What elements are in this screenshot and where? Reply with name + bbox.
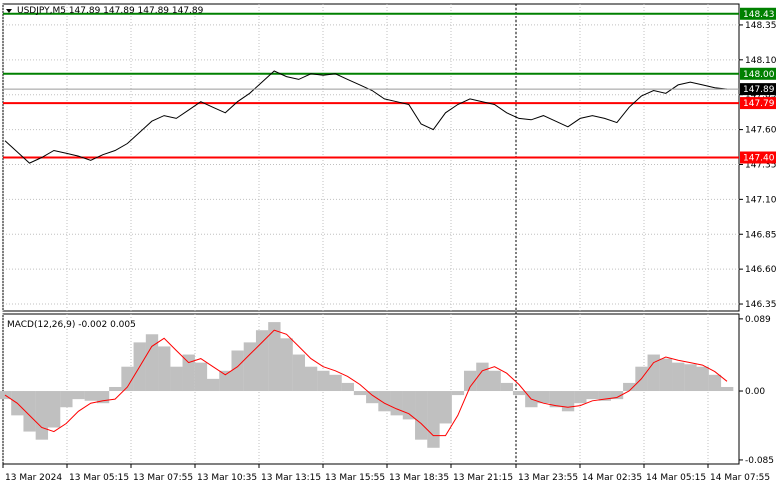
- time-tick-label: 14 Mar 02:35: [582, 473, 642, 483]
- macd-bar: [182, 354, 195, 392]
- price-axis: 148.35148.10147.85147.60147.35147.10146.…: [739, 21, 777, 310]
- macd-bar: [170, 366, 183, 392]
- macd-bar: [708, 374, 722, 392]
- macd-bar: [451, 391, 465, 396]
- time-tick-label: 13 Mar 07:55: [133, 473, 193, 483]
- macd-bar: [561, 391, 575, 412]
- macd-bar: [84, 391, 97, 401]
- macd-bar: [427, 391, 440, 448]
- macd-bar: [194, 362, 208, 392]
- macd-label: MACD(12,26,9) -0.002 0.005: [7, 320, 136, 330]
- macd-bar: [366, 391, 379, 404]
- price-tick-label: 148.10: [745, 56, 777, 66]
- macd-bar: [378, 391, 391, 412]
- time-tick-label: 13 Mar 2024: [5, 473, 62, 483]
- macd-bar: [329, 374, 342, 392]
- macd-bar: [500, 382, 514, 392]
- macd-bar: [696, 366, 709, 392]
- price-tick-label: 146.60: [745, 265, 777, 275]
- time-tick-label: 13 Mar 23:55: [518, 473, 578, 483]
- macd-bar: [720, 386, 734, 392]
- macd-bar: [659, 358, 673, 392]
- macd-bar: [341, 382, 354, 392]
- time-axis: 13 Mar 2024 13 Mar 05:15 13 Mar 07:55 13 Ma…: [2, 464, 770, 483]
- macd-bar: [280, 338, 293, 392]
- macd-tick-label: 0.00: [745, 387, 765, 397]
- macd-bar: [512, 391, 526, 396]
- time-tick-label: 13 Mar 05:15: [69, 473, 129, 483]
- macd-bar: [219, 370, 232, 392]
- macd-bar: [60, 391, 73, 408]
- price-tick-label: 146.85: [745, 230, 777, 240]
- time-tick-label: 13 Mar 10:35: [197, 473, 257, 483]
- time-tick-label: 14 Mar 05:15: [646, 473, 706, 483]
- macd-bar: [390, 391, 403, 416]
- macd-bar: [207, 378, 220, 392]
- macd-bar: [47, 391, 61, 428]
- time-tick-label: 13 Mar 13:15: [261, 473, 321, 483]
- time-tick-label: 13 Mar 18:35: [389, 473, 449, 483]
- symbol-header: USDJPY,M5 147.89 147.89 147.89 147.89: [17, 6, 204, 16]
- macd-bar: [35, 391, 49, 440]
- macd-bar: [574, 391, 587, 404]
- level-label: 148.43: [743, 10, 775, 20]
- macd-bar: [145, 334, 159, 392]
- macd-bar: [415, 391, 428, 440]
- time-tick-label: 14 Mar 07:55: [710, 473, 770, 483]
- chart-canvas: 148.35148.10147.85147.60147.35147.10146.…: [0, 3, 777, 483]
- macd-bar: [292, 354, 306, 392]
- time-tick-label: 13 Mar 21:15: [453, 473, 513, 483]
- price-tick-label: 147.10: [745, 195, 777, 205]
- time-tick-label: 13 Mar 15:55: [325, 473, 385, 483]
- level-label: 147.40: [743, 154, 775, 164]
- macd-bar: [231, 350, 244, 392]
- macd-bar: [402, 391, 416, 420]
- macd-bar: [109, 386, 122, 392]
- macd-bar: [268, 322, 281, 392]
- macd-bar: [439, 391, 452, 424]
- macd-bar: [304, 366, 318, 392]
- macd-bar: [684, 364, 697, 392]
- macd-bar: [672, 362, 685, 392]
- macd-bar: [353, 391, 367, 396]
- macd-axis: 0.089 0.00 -0.085: [739, 315, 774, 466]
- price-tick-label: 146.35: [745, 300, 777, 310]
- level-label: 147.79: [743, 99, 775, 109]
- macd-bar: [72, 391, 85, 400]
- macd-bar: [488, 370, 501, 392]
- current-price-label: 147.89: [743, 85, 775, 95]
- macd-tick-label: 0.089: [745, 315, 771, 325]
- macd-bar: [255, 330, 269, 392]
- level-label: 148.00: [743, 70, 775, 80]
- macd-bar: [586, 391, 599, 400]
- macd-tick-label: -0.085: [745, 456, 774, 466]
- price-tick-label: 147.60: [745, 126, 777, 136]
- macd-bar: [317, 370, 330, 392]
- price-tick-label: 148.35: [745, 21, 777, 31]
- macd-bar: [158, 346, 171, 392]
